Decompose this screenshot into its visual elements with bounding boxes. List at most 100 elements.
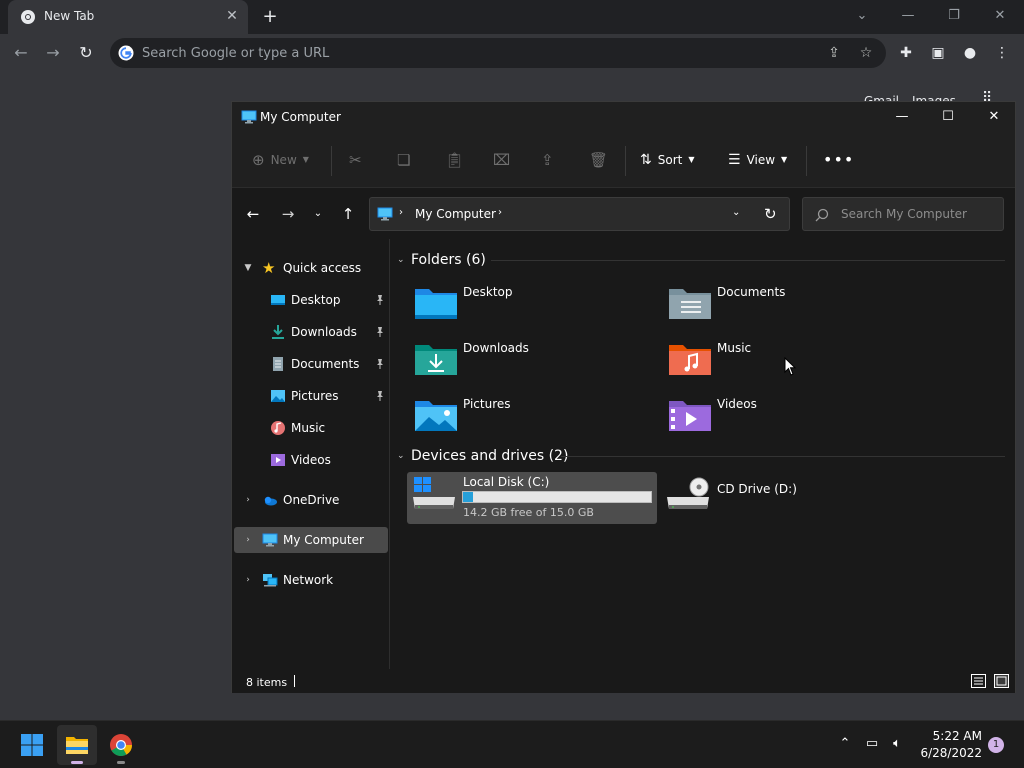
nav-label: Videos: [291, 453, 331, 467]
new-plus-circle-icon: ⊕: [252, 151, 265, 169]
folder-tile-desktop[interactable]: Desktop: [411, 283, 659, 333]
delete-trash-icon[interactable]: 🗑︎: [589, 148, 608, 172]
collapse-chevron-icon[interactable]: ⌄: [397, 451, 411, 461]
extensions-puzzle-icon[interactable]: ✚: [896, 43, 916, 63]
nav-item-downloads[interactable]: Downloads: [234, 319, 388, 345]
tab-search-chevron-icon[interactable]: ⌄: [852, 6, 872, 26]
drives-section-header[interactable]: ⌄ Devices and drives (2): [397, 446, 568, 466]
maximize-icon[interactable]: ☐: [936, 106, 960, 128]
pin-icon[interactable]: [374, 294, 386, 306]
nav-item-pictures[interactable]: Pictures: [234, 383, 388, 409]
view-button[interactable]: ☰ View ▼: [728, 148, 787, 172]
expand-chevron-right-icon[interactable]: ›: [242, 573, 254, 587]
expand-chevron-right-icon[interactable]: ›: [242, 493, 254, 507]
pin-icon[interactable]: [374, 326, 386, 338]
share-icon[interactable]: ⇪: [541, 148, 554, 172]
tab-close-icon[interactable]: ✕: [224, 8, 240, 24]
side-panel-icon[interactable]: ▣: [928, 43, 948, 63]
search-input[interactable]: [841, 198, 1001, 230]
folder-tile-downloads[interactable]: Downloads: [411, 339, 659, 389]
search-box[interactable]: [802, 197, 1004, 231]
back-arrow-icon[interactable]: ←: [10, 42, 32, 64]
close-icon[interactable]: ✕: [982, 106, 1006, 128]
folder-tile-videos[interactable]: Videos: [665, 395, 913, 445]
nav-quick-access[interactable]: ▼ ★ Quick access: [234, 255, 388, 281]
address-row: ← → ⌄ ↑ › My Computer › ⌄ ↻: [232, 189, 1015, 239]
sort-button[interactable]: ⇅ Sort ▼: [640, 148, 695, 172]
clock-time[interactable]: 5:22 AM: [916, 729, 982, 743]
refresh-icon[interactable]: ↻: [764, 205, 777, 223]
chrome-close-icon[interactable]: ✕: [990, 6, 1010, 26]
address-bar[interactable]: › My Computer › ⌄ ↻: [369, 197, 790, 231]
clock-date[interactable]: 6/28/2022: [916, 746, 982, 760]
taskbar-chrome[interactable]: [101, 725, 141, 765]
tile-label: Desktop: [463, 285, 513, 299]
taskbar-file-explorer[interactable]: [57, 725, 97, 765]
folders-section-header[interactable]: ⌄ Folders (6): [397, 250, 486, 270]
cut-icon[interactable]: ✂: [349, 148, 362, 172]
computer-icon: [241, 110, 257, 124]
new-tab-plus-icon[interactable]: +: [262, 8, 278, 26]
sort-label: Sort: [657, 153, 683, 167]
network-status-icon[interactable]: ▭: [863, 735, 881, 753]
cd-drive-icon: [667, 477, 709, 509]
drive-tile-local-disk-c[interactable]: Local Disk (C:) 14.2 GB free of 15.0 GB: [407, 472, 657, 524]
folder-tile-pictures[interactable]: Pictures: [411, 395, 659, 445]
show-hidden-icons-chevron-icon[interactable]: ⌃: [836, 735, 854, 753]
explorer-titlebar[interactable]: My Computer — ☐ ✕: [232, 102, 1015, 132]
drive-tile-cd-drive-d[interactable]: CD Drive (D:): [661, 472, 911, 524]
collapse-chevron-icon[interactable]: ⌄: [397, 255, 411, 265]
paste-icon[interactable]: 📋︎: [445, 148, 464, 172]
forward-arrow-icon[interactable]: →: [42, 42, 64, 64]
back-arrow-icon[interactable]: ←: [243, 204, 263, 224]
pin-icon[interactable]: [374, 390, 386, 402]
nav-label: Quick access: [283, 261, 362, 275]
start-button[interactable]: [12, 725, 52, 765]
rename-icon[interactable]: ⌧: [493, 148, 510, 172]
forward-arrow-icon[interactable]: →: [278, 204, 298, 224]
nav-network[interactable]: › Network: [234, 567, 388, 593]
section-divider: [561, 456, 1005, 457]
more-options-ellipsis-icon[interactable]: •••: [823, 148, 854, 172]
notification-badge[interactable]: 1: [988, 737, 1004, 753]
nav-item-documents[interactable]: Documents: [234, 351, 388, 377]
address-dropdown-chevron-icon[interactable]: ⌄: [732, 207, 740, 218]
breadcrumb-my-computer[interactable]: My Computer: [415, 207, 496, 221]
chrome-menu-icon[interactable]: ⋮: [992, 43, 1012, 63]
breadcrumb-chevron-icon[interactable]: ›: [399, 207, 403, 218]
nav-label: Desktop: [291, 293, 341, 307]
profile-avatar-icon[interactable]: ●: [960, 43, 980, 63]
tile-label: Pictures: [463, 397, 511, 411]
breadcrumb-chevron-icon[interactable]: ›: [498, 207, 502, 218]
bookmark-star-icon[interactable]: ☆: [858, 45, 874, 61]
expand-chevron-right-icon[interactable]: ›: [242, 533, 254, 547]
recent-locations-chevron-icon[interactable]: ⌄: [308, 204, 328, 224]
expand-chevron-down-icon[interactable]: ▼: [242, 261, 254, 275]
pin-icon[interactable]: [374, 358, 386, 370]
nav-item-desktop[interactable]: Desktop: [234, 287, 388, 313]
chevron-down-icon: ▼: [302, 155, 309, 164]
chrome-restore-icon[interactable]: ❐: [944, 6, 964, 26]
nav-onedrive[interactable]: › OneDrive: [234, 487, 388, 513]
details-view-icon[interactable]: [971, 674, 986, 688]
nav-item-videos[interactable]: Videos: [234, 447, 388, 473]
new-button[interactable]: ⊕ New ▼: [252, 148, 309, 172]
window-title: My Computer: [260, 110, 341, 124]
nav-my-computer[interactable]: › My Computer: [234, 527, 388, 553]
tile-label: Downloads: [463, 341, 529, 355]
nav-item-music[interactable]: Music: [234, 415, 388, 441]
chrome-tab-new-tab[interactable]: New Tab ✕: [8, 0, 248, 34]
chrome-minimize-icon[interactable]: —: [898, 6, 918, 26]
up-arrow-icon[interactable]: ↑: [338, 204, 358, 224]
share-icon[interactable]: ⇪: [826, 45, 842, 61]
volume-speaker-icon[interactable]: 🔈︎: [888, 735, 906, 753]
minimize-icon[interactable]: —: [890, 106, 914, 128]
status-divider: [294, 675, 295, 687]
omnibox[interactable]: ⇪ ☆: [110, 38, 886, 68]
folder-tile-documents[interactable]: Documents: [665, 283, 913, 333]
drive-label: Local Disk (C:): [463, 475, 550, 489]
large-icons-view-icon[interactable]: [994, 674, 1009, 688]
reload-icon[interactable]: ↻: [75, 42, 97, 64]
copy-icon[interactable]: ❏: [397, 148, 410, 172]
omnibox-input[interactable]: [142, 38, 792, 68]
